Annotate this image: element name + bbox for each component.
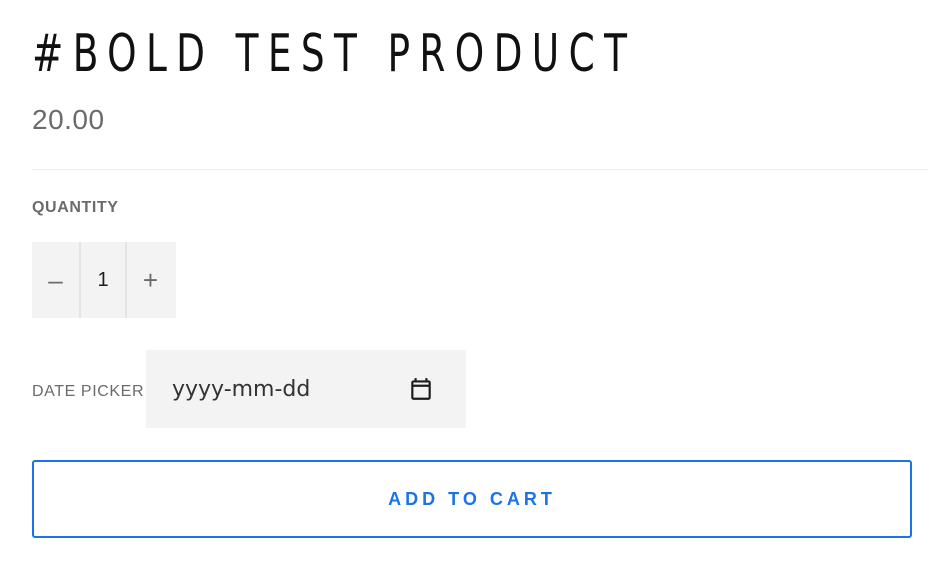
date-picker-input[interactable]: yyyy-mm-dd <box>146 350 466 428</box>
date-picker-label: DATE PICKER <box>32 383 145 400</box>
quantity-label: QUANTITY <box>32 199 119 216</box>
calendar-icon[interactable] <box>408 376 434 402</box>
product-title: #BOLD TEST PRODUCT <box>32 24 637 84</box>
product-price: 20.00 <box>32 104 105 135</box>
divider <box>32 169 928 170</box>
quantity-stepper: – 1 + <box>32 242 176 318</box>
increment-button[interactable]: + <box>127 242 174 318</box>
quantity-input[interactable]: 1 <box>79 242 127 318</box>
date-placeholder: yyyy-mm-dd <box>172 377 311 402</box>
add-to-cart-button[interactable]: ADD TO CART <box>32 460 912 538</box>
decrement-button[interactable]: – <box>32 242 79 318</box>
